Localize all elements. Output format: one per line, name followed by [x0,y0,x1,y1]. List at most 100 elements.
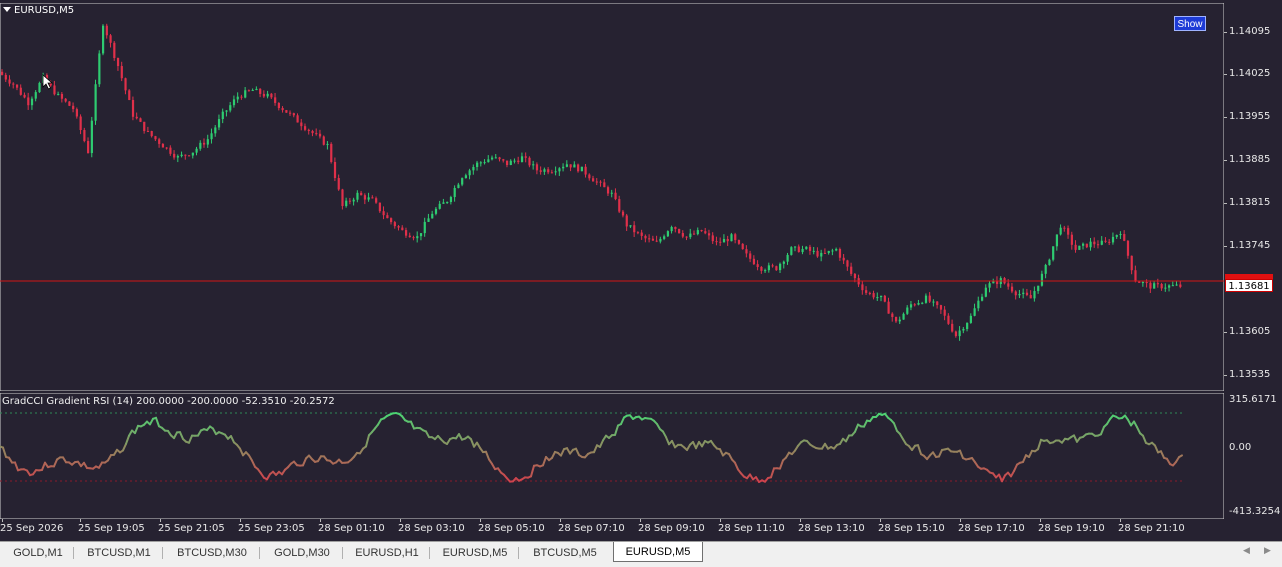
candle-body [214,127,217,134]
candle-body [318,133,322,137]
candle-body [173,153,176,158]
candle-body [764,270,767,272]
candle-body [644,235,647,239]
candle-body [360,192,363,196]
time-axis-tick [160,519,161,522]
candle-body [1055,234,1059,247]
candle-body [378,202,381,212]
candle-body [390,218,393,223]
candle-body [105,25,108,36]
candle-body [1007,283,1010,287]
candle-body [951,323,954,332]
time-axis-tick [880,519,881,522]
price-axis[interactable]: 1.14095 1.14025 1.13955 1.13885 1.13815 1.137… [1224,3,1282,391]
candle-body [38,83,41,93]
candle-body [786,254,789,262]
candle-body [1115,234,1118,237]
candle-body [191,152,194,156]
candle-body [921,302,924,304]
candle-body [135,116,138,119]
time-axis[interactable]: 25 Sep 2026 25 Sep 19:05 25 Sep 21:05 25 Se… [0,519,1224,539]
indicator-chart[interactable] [0,393,1224,519]
candle-body [898,319,901,322]
scroll-left-icon[interactable]: ◀ [1243,546,1250,556]
candle-body [734,234,737,241]
candle-body [906,307,909,314]
candle-body [1040,273,1044,286]
candle-body [943,309,946,316]
candle-body [64,98,67,102]
candle-body [1037,285,1040,292]
candle-body [188,155,191,157]
tab-btcusd-m1[interactable]: BTCUSD,M1 [77,544,161,562]
candle-body [1130,255,1133,271]
candle-body [752,258,756,265]
candle-body [655,240,658,242]
candle-body [835,249,838,251]
candle-body [494,157,497,159]
tab-eurusd-m5[interactable]: EURUSD,M5 [613,542,703,562]
tab-eurusd-h1[interactable]: EURUSD,H1 [346,544,428,562]
candle-body [681,233,684,237]
show-button[interactable]: Show [1174,16,1206,31]
candle-body [917,302,920,305]
price-axis-tick [1224,375,1227,376]
time-axis-label: 28 Sep 01:10 [318,523,385,534]
candle-body [913,304,916,306]
candle-body [715,241,718,243]
candle-body [745,249,748,254]
candle-body [165,147,168,149]
candle-body [1067,228,1070,235]
candle-body [442,202,445,204]
price-axis-tick [1224,32,1227,33]
chart-symbol-label: EURUSD,M5 [14,5,75,16]
candle-body [984,287,987,297]
candle-body [1085,243,1088,248]
scroll-right-icon[interactable]: ▶ [1264,546,1271,556]
candle-body [936,301,939,306]
candle-body [143,121,146,132]
indicator-axis-label: -413.3254 [1229,506,1281,517]
candle-body [550,172,554,174]
candle-body [1145,282,1148,284]
price-axis-tick [1224,332,1227,333]
candle-body [891,313,894,317]
candle-body [1059,227,1062,235]
time-axis-tick [240,519,241,522]
time-axis-tick [1120,519,1121,522]
candle-body [827,250,830,253]
candle-body [281,108,284,111]
candle-body [352,199,355,202]
candle-body [356,192,359,200]
candle-body [584,166,587,175]
candle-body [289,112,292,114]
candle-body [1153,283,1156,289]
chart-window[interactable]: EURUSD,M5 Show GradCCI Gradient RSI (14)… [0,0,1282,541]
candle-body [116,57,120,67]
candle-body [12,83,15,85]
time-axis-label: 28 Sep 13:10 [798,523,865,534]
chart-tab-bar: GOLD,M1 BTCUSD,M1 BTCUSD,M30 GOLD,M30 EURUSD… [0,541,1282,567]
candle-body [842,257,845,261]
tab-gold-m30[interactable]: GOLD,M30 [263,544,341,562]
mouse-cursor-icon [42,74,54,90]
candle-body [1160,284,1163,289]
time-axis-tick [400,519,401,522]
candle-body [296,115,299,123]
tab-eurusd-m5[interactable]: EURUSD,M5 [433,544,517,562]
tab-btcusd-m30[interactable]: BTCUSD,M30 [166,544,258,562]
candle-body [726,238,729,242]
candle-body [614,192,617,200]
tab-gold-m1[interactable]: GOLD,M1 [4,544,72,562]
price-axis-label: 1.13885 [1229,154,1271,165]
indicator-axis[interactable]: 315.6171 0.00 -413.3254 [1224,393,1282,519]
tab-btcusd-m5[interactable]: BTCUSD,M5 [522,544,608,562]
price-chart[interactable] [0,3,1224,391]
price-axis-label: 1.13745 [1229,240,1271,251]
candle-body [887,301,890,314]
candle-body [640,232,643,236]
candle-body [139,118,142,122]
candle-body [87,141,90,154]
collapse-triangle-icon[interactable] [3,7,11,12]
tab-separator [259,547,260,559]
